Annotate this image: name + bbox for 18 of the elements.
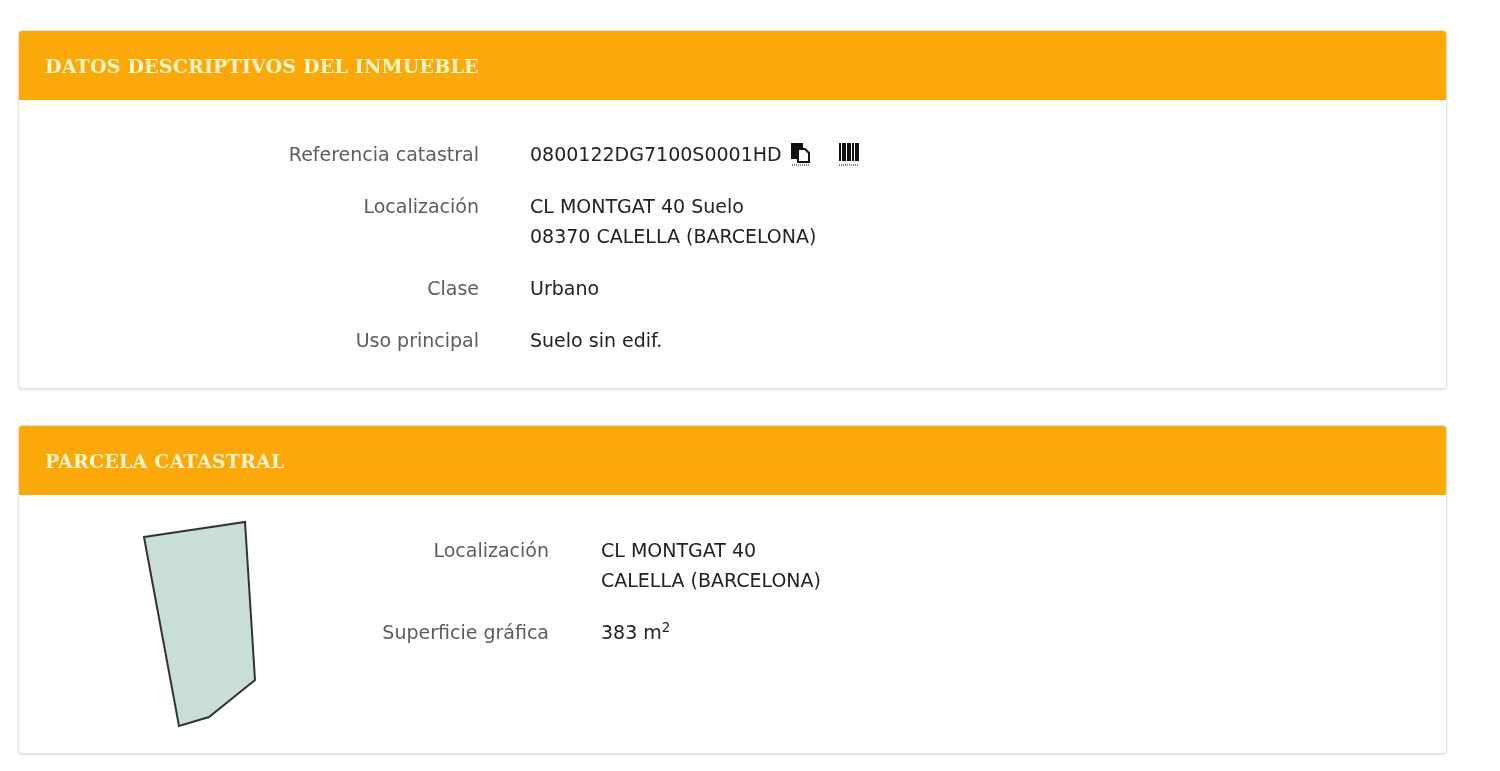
field-label: Superficie gráfica [381, 620, 549, 645]
field-value: CL MONTGAT 40 [601, 538, 757, 563]
field-label: Localización [362, 194, 479, 219]
section-title: DATOS DESCRIPTIVOS DEL INMUEBLE [45, 54, 479, 77]
field-value: CL MONTGAT 40 Suelo [530, 194, 744, 219]
barcode-icon[interactable] [837, 142, 860, 166]
section-title: PARCELA CATASTRAL [45, 449, 285, 472]
field-value: 0800122DG7100S0001HD [530, 142, 782, 167]
field-value: CALELLA (BARCELONA) [601, 568, 821, 593]
field-label: Localización [432, 538, 549, 563]
field-value: 383 m$^{2}$ [601, 618, 671, 645]
field-label: Referencia catastral [287, 142, 479, 167]
field-label: Uso principal [354, 328, 479, 353]
field-value: Suelo sin edif. [530, 328, 663, 353]
field-value: 08370 CALELLA (BARCELONA) [530, 224, 817, 249]
field-label: Clase [426, 276, 479, 301]
copy-icon[interactable] [789, 142, 812, 166]
field-value: Urbano [530, 276, 600, 301]
